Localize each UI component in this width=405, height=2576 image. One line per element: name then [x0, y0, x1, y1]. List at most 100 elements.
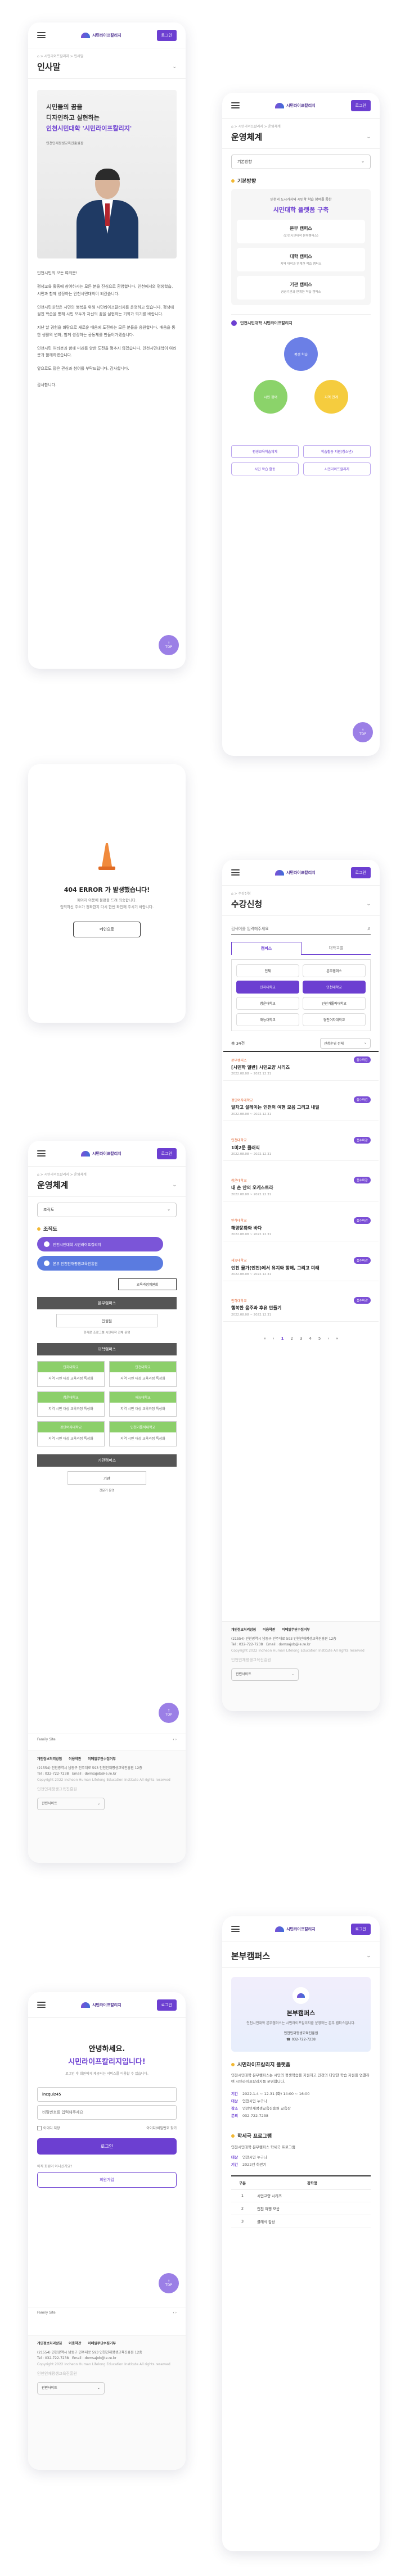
login-button[interactable]: 로그인 — [350, 1923, 371, 1935]
footer-link[interactable]: 이메일무단수집거부 — [88, 2341, 116, 2347]
chevron-down-icon[interactable]: ⌄ — [366, 1953, 371, 1959]
pager-arrows-icon[interactable]: ‹ › — [173, 1738, 177, 1741]
filter-item[interactable]: 재능대학교 — [236, 1013, 299, 1026]
greeting-closing: 감사합니다. — [37, 382, 57, 387]
login-button[interactable]: 로그인 — [350, 867, 371, 878]
id-field[interactable] — [37, 2087, 177, 2102]
page-number[interactable]: 5 — [318, 1336, 321, 1341]
login-button[interactable]: 로그인 — [350, 99, 371, 111]
save-id-checkbox[interactable]: 아이디 저장 — [37, 2125, 60, 2130]
site-logo[interactable]: 시민라이프칼리지 — [275, 1926, 316, 1932]
footer-link[interactable]: 개인정보처리방침 — [37, 1757, 62, 1762]
footer-address: (21554) 인천광역시 남동구 인주대로 593 인천인재평생교육진흥원 1… — [37, 1766, 142, 1771]
tab-campus[interactable]: 캠퍼스 — [231, 942, 302, 955]
hamburger-menu-icon[interactable] — [231, 869, 240, 876]
org-head: 본부캠퍼스 — [37, 1297, 177, 1309]
scroll-top-button[interactable]: ↑TOP — [159, 635, 179, 655]
page-number[interactable]: 1 — [281, 1336, 284, 1341]
course-item[interactable]: 인하대학교 접수마감 해양문화와 바다 2022.08.08 ~ 2022.12.31 — [223, 1201, 379, 1241]
course-item[interactable]: 인천대학교 접수마감 1미2문 클래식 2022.08.08 ~ 2022.12.31 — [223, 1121, 379, 1162]
course-item[interactable]: 재능대학교 접수마감 인천 물가(인천)에서 유지와 항해, 그리고 미래 2022.… — [223, 1241, 379, 1282]
footer-link[interactable]: 이용약관 — [69, 2341, 81, 2347]
filter-item[interactable]: 인천대학교 — [303, 981, 366, 994]
find-account-link[interactable]: 아이디/비밀번호 찾기 — [146, 2125, 177, 2130]
footer-link[interactable]: 개인정보처리방침 — [231, 1627, 256, 1633]
course-item[interactable]: 경인여자대학교 접수마감 알차고 설레이는 인천의 여행 모음 그리고 내일 2022… — [223, 1081, 379, 1121]
sort-select[interactable]: 신청순위 전체 ⌄ — [320, 1038, 371, 1049]
hamburger-menu-icon[interactable] — [231, 102, 240, 108]
scroll-top-button[interactable]: ↑TOP — [159, 2273, 179, 2293]
login-submit-button[interactable]: 로그인 — [37, 2138, 177, 2155]
hamburger-menu-icon[interactable] — [37, 32, 46, 38]
footer-link[interactable]: 이용약관 — [69, 1757, 81, 1762]
next-page-icon[interactable]: › — [327, 1336, 329, 1341]
page-title: 인사말 ⌄ — [28, 58, 186, 79]
filter-item[interactable]: 인하대학교 — [236, 981, 299, 994]
search-bar: ⌕ — [231, 923, 371, 935]
last-page-icon[interactable]: » — [336, 1336, 338, 1341]
greeting-body: 인천시민의 모든 여러분! 평생교육 활동에 참여하시는 모든 분을 진심으로 … — [28, 270, 186, 388]
chevron-down-icon[interactable]: ⌄ — [172, 64, 177, 70]
site-logo[interactable]: 시민라이프칼리지 — [275, 869, 316, 876]
section-select[interactable]: 기본방향 ⌄ — [231, 155, 371, 169]
footer-link[interactable]: 개인정보처리방침 — [37, 2341, 62, 2347]
info-list: 기간 2022.1.4 ~ 12.31 (화) 14:00 ~ 16:00 대상 인… — [231, 2090, 371, 2120]
login-button[interactable]: 로그인 — [156, 1999, 177, 2011]
course-item[interactable]: 본부캠퍼스 접수마감 [시민학 일반] 시민교양 시리즈 2022.08.08 ~ 2… — [223, 1052, 379, 1081]
filter-item[interactable]: 인천가톨릭대학교 — [303, 997, 366, 1010]
first-page-icon[interactable]: « — [264, 1336, 266, 1341]
footer: 개인정보처리방침 이용약관 이메일무단수집거부 (21554) 인천광역시 남동구 … — [28, 1750, 186, 1863]
family-site-select[interactable]: 관련사이트 ⌄ — [37, 2382, 105, 2394]
search-input[interactable] — [231, 926, 368, 931]
footer-link[interactable]: 이용약관 — [263, 1627, 275, 1633]
site-logo[interactable]: 시민라이프칼리지 — [81, 2002, 122, 2008]
campus-block: 대학 캠퍼스 지역 대학과 연계한 학습 캠퍼스 — [237, 248, 365, 271]
campus-hero: 본부캠퍼스 인천시민대학 본부캠퍼스는 시민라이프칼리지를 운영하는 본부 캠퍼… — [231, 1977, 371, 2052]
filter-item[interactable]: 전체 — [236, 964, 299, 977]
site-logo[interactable]: 시민라이프칼리지 — [81, 1150, 122, 1157]
footer-link[interactable]: 이메일무단수집거부 — [282, 1627, 310, 1633]
course-item[interactable]: 청운대학교 접수마감 내 손 안의 오케스트라 2022.08.08 ~ 2022.1… — [223, 1161, 379, 1201]
table-row: 3 클래식 감상 — [231, 2215, 371, 2228]
page-number[interactable]: 3 — [300, 1336, 302, 1341]
scroll-top-button[interactable]: ↑TOP — [353, 722, 373, 742]
filter-item[interactable]: 청운대학교 — [236, 997, 299, 1010]
table-header: 구분 — [239, 2181, 246, 2186]
family-site-select[interactable]: 관련사이트 ⌄ — [231, 1668, 299, 1681]
campus-desc: 인천시민대학 본부캠퍼스는 시민의 평생학습을 지원하고 인천의 다양한 학습 … — [231, 2073, 370, 2084]
search-icon[interactable]: ⌕ — [367, 926, 371, 932]
univ-box: 경인여자대학교 지역 시민 대상 교육과정 특성화 — [37, 1421, 105, 1447]
scroll-top-button[interactable]: ↑TOP — [159, 1703, 179, 1723]
chevron-down-icon[interactable]: ⌄ — [366, 901, 371, 907]
site-logo[interactable]: 시민라이프칼리지 — [81, 32, 122, 38]
chevron-down-icon[interactable]: ⌄ — [172, 1182, 177, 1188]
vision-box: 인천의 도시가치와 시민학 학습 참여를 통한 시민대학 플랫폼 구축 본부 캠… — [231, 189, 371, 305]
join-button[interactable]: 회원가입 — [37, 2172, 177, 2188]
family-site-select[interactable]: 관련사이트 ⌄ — [37, 1797, 105, 1810]
footer-link[interactable]: 이메일무단수집거부 — [88, 1757, 116, 1762]
filter-item[interactable]: 본부캠퍼스 — [303, 964, 366, 977]
section-select[interactable]: 조직도 ⌄ — [37, 1203, 177, 1217]
org-pill: 본부 인천인재평생교육진흥원 — [37, 1256, 163, 1271]
prev-page-icon[interactable]: ‹ — [273, 1336, 274, 1341]
page-number[interactable]: 2 — [291, 1336, 293, 1341]
tab-university[interactable]: 대학교별 — [302, 942, 371, 955]
password-field[interactable] — [37, 2105, 177, 2120]
hamburger-menu-icon[interactable] — [37, 2002, 46, 2008]
course-item[interactable]: 인하대학교 접수마감 행복한 음주과 후유 만들기 2022.08.08 ~ 2022… — [223, 1281, 379, 1322]
site-logo[interactable]: 시민라이프칼리지 — [275, 102, 316, 108]
hamburger-menu-icon[interactable] — [37, 1150, 46, 1157]
campus-logo-icon — [292, 1987, 309, 2004]
page-number[interactable]: 4 — [309, 1336, 311, 1341]
campus-block: 본부 캠퍼스 (인천시민대학 본부캠퍼스) — [237, 220, 365, 243]
table-row: 1 시민교양 시리즈 — [231, 2189, 371, 2202]
hamburger-menu-icon[interactable] — [231, 1926, 240, 1932]
chevron-down-icon[interactable]: ⌄ — [366, 134, 371, 140]
filter-item[interactable]: 경인여자대학교 — [303, 1013, 366, 1026]
org-inst: 기관캠퍼스 — [37, 1454, 177, 1467]
home-button[interactable]: 메인으로 — [73, 922, 141, 937]
login-button[interactable]: 로그인 — [156, 29, 177, 41]
login-button[interactable]: 로그인 — [156, 1148, 177, 1159]
pager-arrows-icon[interactable]: ‹ › — [173, 2311, 177, 2315]
univ-box: 인하대학교 지역 시민 대상 교육과정 특성화 — [37, 1361, 105, 1387]
